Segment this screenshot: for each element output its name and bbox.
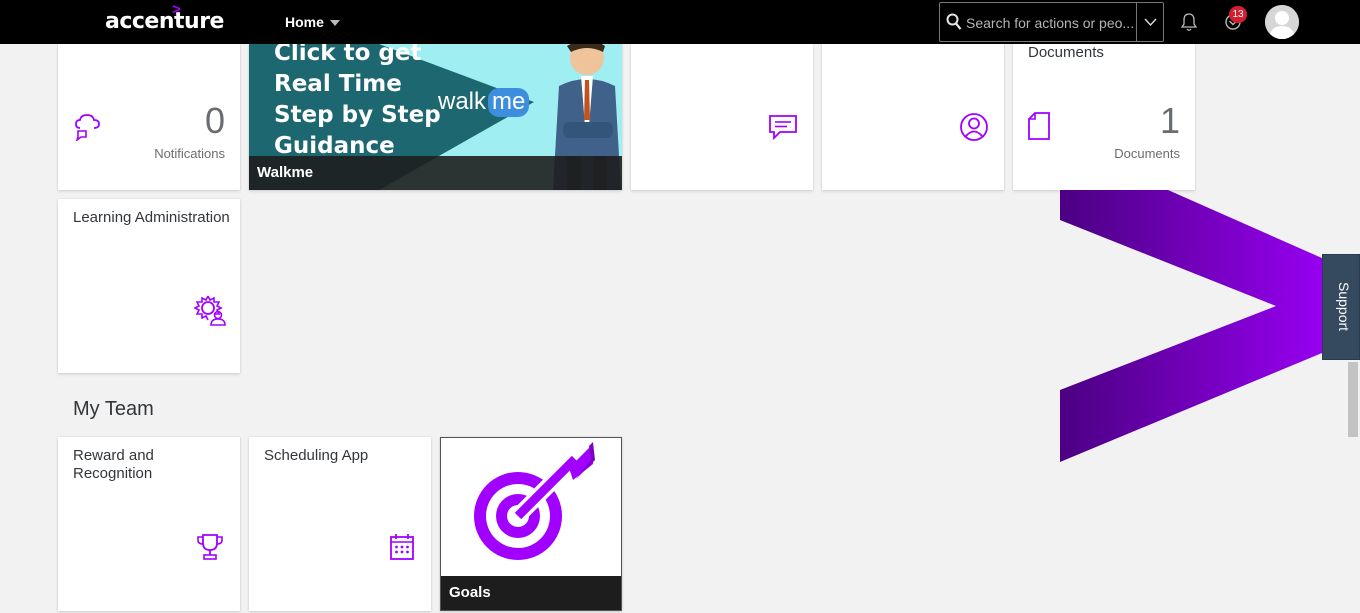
message-icon [769, 115, 797, 140]
goals-tile-footer: Goals [441, 576, 621, 610]
documents-unit: Documents [1114, 146, 1180, 161]
caret-down-icon [329, 20, 340, 27]
search-icon [946, 13, 962, 30]
walkme-tile-footer: Walkme [249, 156, 622, 190]
home-menu-button[interactable]: Home [285, 14, 340, 30]
notification-count-badge: 13 [1229, 6, 1247, 23]
reward-recognition-title: Reward and Recognition [73, 447, 154, 482]
brand-chevron-graphic [1060, 190, 1358, 462]
notifications-count: 0 [204, 100, 225, 141]
support-tab-button[interactable]: Support [1322, 254, 1360, 360]
banner-line: Step by Step [274, 102, 441, 128]
user-settings-icon [194, 295, 226, 326]
home-menu-label: Home [285, 14, 324, 30]
learning-administration-tile[interactable]: Learning Administration [58, 199, 240, 373]
reward-recognition-tile[interactable]: Reward and Recognition [58, 437, 240, 611]
document-icon [1028, 112, 1050, 140]
logo-text: accenture [105, 9, 224, 34]
chevron-down-icon [1144, 18, 1157, 27]
walkme-brand-walk: walk [438, 88, 487, 115]
learning-administration-title: Learning Administration [73, 209, 230, 226]
trophy-icon [197, 534, 223, 560]
user-silhouette-icon [1265, 5, 1299, 39]
accenture-logo[interactable]: accenture [105, 9, 224, 34]
notifications-tile[interactable]: 0 Notifications [58, 44, 240, 190]
support-tab-label: Support [1336, 282, 1352, 332]
cloud-chat-icon [75, 114, 100, 141]
goals-tile[interactable]: Goals [440, 437, 622, 611]
logo-mark: > [172, 1, 181, 18]
scheduling-app-title: Scheduling App [264, 447, 369, 464]
walkme-tile[interactable]: Click to get Real Time Step by Step Guid… [249, 44, 622, 190]
documents-count: 1 [1159, 100, 1180, 141]
user-avatar[interactable] [1265, 5, 1299, 39]
user-circle-icon [960, 113, 988, 141]
banner-line: Real Time [274, 71, 402, 97]
search-scope-dropdown[interactable] [1136, 3, 1163, 41]
notifications-unit: Notifications [154, 146, 225, 161]
documents-tile[interactable]: Documents 1 Documents [1013, 44, 1195, 190]
search-box[interactable] [939, 2, 1164, 42]
walkme-brand-logo: walk me [438, 88, 530, 117]
profile-tile[interactable] [822, 44, 1004, 190]
shell-bar: accenture > Home 13 [0, 0, 1360, 44]
bell-icon[interactable] [1180, 12, 1198, 32]
calendar-icon [390, 534, 414, 560]
walkme-banner-text: Click to get Real Time Step by Step Guid… [274, 44, 441, 162]
target-icon [441, 438, 621, 578]
banner-line: Click to get [274, 44, 422, 66]
page-scrollbar-thumb[interactable] [1348, 362, 1358, 437]
my-team-heading: My Team [73, 398, 154, 420]
feedback-tile[interactable] [631, 44, 813, 190]
walkme-brand-me: me [488, 88, 530, 117]
search-input[interactable] [966, 12, 1136, 34]
documents-tile-title: Documents [1028, 44, 1104, 61]
scheduling-app-tile[interactable]: Scheduling App [249, 437, 431, 611]
